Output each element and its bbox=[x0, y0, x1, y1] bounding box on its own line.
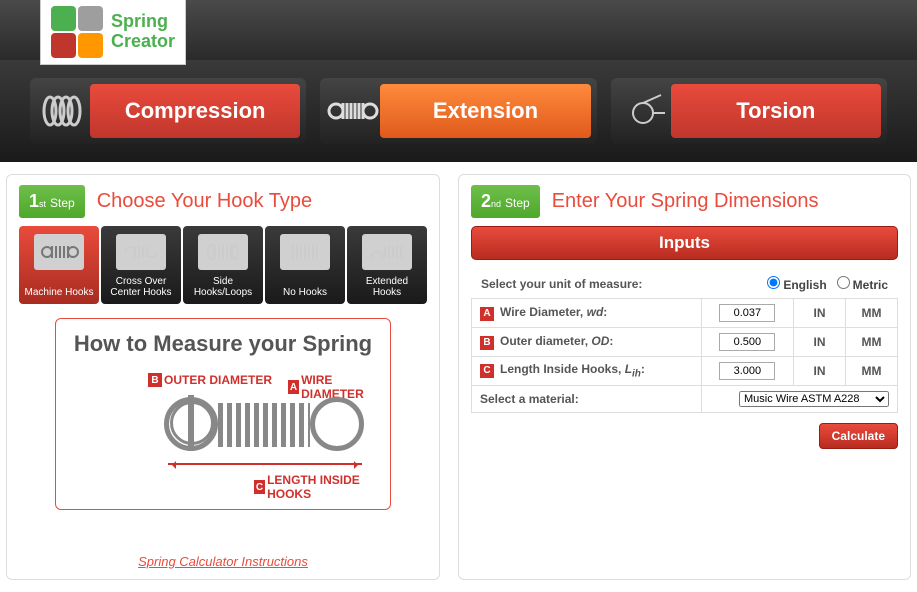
hook-type-option[interactable]: Extended Hooks bbox=[347, 226, 427, 304]
diagram-title: How to Measure your Spring bbox=[68, 331, 378, 357]
nav-compression[interactable]: Compression bbox=[30, 78, 306, 144]
logo[interactable]: Spring Creator bbox=[40, 0, 186, 65]
nav-label: Compression bbox=[90, 84, 300, 138]
unit-metric-option[interactable]: Metric bbox=[837, 276, 888, 292]
nav-label: Extension bbox=[380, 84, 590, 138]
hook-type-option[interactable]: No Hooks bbox=[265, 226, 345, 304]
dimension-name: CLength Inside Hooks, Lih: bbox=[472, 357, 702, 386]
hook-type-label: Machine Hooks bbox=[25, 287, 94, 298]
hook-thumb-icon bbox=[34, 234, 84, 270]
hook-type-option[interactable]: Cross Over Center Hooks bbox=[101, 226, 181, 304]
unit-mm-button[interactable]: MM bbox=[846, 299, 898, 328]
nav-extension[interactable]: Extension bbox=[320, 78, 596, 144]
step2-panel: 2nd Step Enter Your Spring Dimensions In… bbox=[458, 174, 911, 580]
inputs-header: Inputs bbox=[471, 226, 898, 260]
unit-in-button[interactable]: IN bbox=[794, 299, 846, 328]
logo-icon bbox=[51, 6, 103, 58]
hook-thumb-icon bbox=[198, 234, 248, 270]
dimension-name: BOuter diameter, OD: bbox=[472, 328, 702, 357]
hook-type-label: Cross Over Center Hooks bbox=[105, 276, 177, 298]
instructions-link[interactable]: Spring Calculator Instructions bbox=[19, 554, 427, 569]
hook-type-label: Side Hooks/Loops bbox=[187, 276, 259, 298]
hook-thumb-icon bbox=[280, 234, 330, 270]
step2-title: Enter Your Spring Dimensions bbox=[552, 190, 819, 213]
calculate-button[interactable]: Calculate bbox=[819, 423, 898, 449]
app-header: Spring Creator bbox=[0, 0, 917, 60]
dimension-row: CLength Inside Hooks, Lih: INMM bbox=[472, 357, 898, 386]
dimensions-table: AWire Diameter, wd:INMMBOuter diameter, … bbox=[471, 298, 898, 413]
spring-type-nav: Compression Extension Torsion bbox=[0, 60, 917, 162]
nav-torsion[interactable]: Torsion bbox=[611, 78, 887, 144]
unit-selector: Select your unit of measure: English Met… bbox=[471, 270, 898, 298]
dimension-input[interactable] bbox=[719, 362, 775, 380]
step1-chip: 1st Step bbox=[19, 185, 85, 218]
dimension-input[interactable] bbox=[719, 304, 775, 322]
unit-english-radio[interactable] bbox=[767, 276, 780, 289]
hook-type-option[interactable]: Machine Hooks bbox=[19, 226, 99, 304]
diagram-label-c: CLENGTH INSIDE HOOKS bbox=[254, 473, 378, 501]
hook-type-selector: Machine Hooks Cross Over Center Hooks Side… bbox=[19, 226, 427, 304]
unit-in-button[interactable]: IN bbox=[794, 357, 846, 386]
dimension-row: BOuter diameter, OD: INMM bbox=[472, 328, 898, 357]
material-select[interactable]: Music Wire ASTM A228 bbox=[739, 391, 889, 407]
hook-thumb-icon bbox=[116, 234, 166, 270]
step1-panel: 1st Step Choose Your Hook Type Machine H… bbox=[6, 174, 440, 580]
torsion-spring-icon bbox=[617, 87, 671, 135]
hook-type-label: Extended Hooks bbox=[351, 276, 423, 298]
compression-spring-icon bbox=[36, 87, 90, 135]
extension-spring-icon bbox=[326, 87, 380, 135]
hook-type-label: No Hooks bbox=[283, 287, 327, 298]
unit-english-option[interactable]: English bbox=[767, 276, 826, 292]
diagram-label-b: BOUTER DIAMETER bbox=[148, 373, 272, 387]
hook-type-option[interactable]: Side Hooks/Loops bbox=[183, 226, 263, 304]
measurement-diagram: How to Measure your Spring BOUTER DIAMET… bbox=[55, 318, 391, 510]
unit-label: Select your unit of measure: bbox=[481, 277, 757, 291]
dimension-input[interactable] bbox=[719, 333, 775, 351]
unit-mm-button[interactable]: MM bbox=[846, 328, 898, 357]
nav-label: Torsion bbox=[671, 84, 881, 138]
step1-title: Choose Your Hook Type bbox=[97, 190, 312, 213]
unit-metric-radio[interactable] bbox=[837, 276, 850, 289]
hook-thumb-icon bbox=[362, 234, 412, 270]
material-label: Select a material: bbox=[472, 386, 702, 413]
unit-in-button[interactable]: IN bbox=[794, 328, 846, 357]
logo-text: Spring Creator bbox=[111, 12, 175, 52]
dimension-name: AWire Diameter, wd: bbox=[472, 299, 702, 328]
dimension-row: AWire Diameter, wd: INMM bbox=[472, 299, 898, 328]
unit-mm-button[interactable]: MM bbox=[846, 357, 898, 386]
step2-chip: 2nd Step bbox=[471, 185, 540, 218]
